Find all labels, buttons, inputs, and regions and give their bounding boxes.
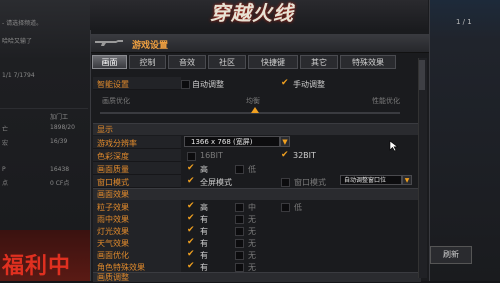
quality-preset-label: 智能设置 [97, 80, 129, 89]
section-title-adjust: 画质调整 [97, 273, 129, 282]
quality-slider-left-label: 画质优化 [102, 97, 130, 105]
quality-slider-mid-label: 均衡 [246, 97, 260, 105]
resolution-label: 游戏分辨率 [97, 139, 137, 148]
quality-slider-thumb[interactable] [251, 107, 259, 113]
section-title-display: 显示 [97, 125, 113, 134]
32bit-check-icon[interactable]: ✔ [281, 151, 290, 160]
optimize-on-label: 有 [200, 251, 208, 260]
bg-stat: 1/1 7/1794 [2, 72, 35, 79]
tab-graphics[interactable]: 画面 [92, 55, 127, 69]
bg-stat: P [2, 166, 6, 173]
window-mode-label: 窗口模式 [97, 178, 129, 187]
rain-on-label: 有 [200, 215, 208, 224]
optimize-off-checkbox[interactable] [235, 251, 244, 260]
color-depth-label: 色彩深度 [97, 152, 129, 161]
window-position-select[interactable]: 自动调整窗口位 [340, 175, 402, 185]
texture-low-label: 低 [248, 165, 256, 174]
32bit-label: 32BIT [293, 151, 316, 160]
light-on-label: 有 [200, 227, 208, 236]
windowed-checkbox[interactable] [281, 178, 290, 187]
auto-adjust-label: 自动调整 [192, 80, 224, 89]
page-counter: 1 / 1 [456, 18, 472, 26]
tab-hotkeys[interactable]: 快捷键 [248, 55, 298, 69]
rain-off-checkbox[interactable] [235, 215, 244, 224]
section-title-effects: 画面效果 [97, 190, 129, 199]
channel-hint: - 请选择频道。 [2, 20, 43, 27]
texture-low-checkbox[interactable] [235, 165, 244, 174]
texture-high-check-icon[interactable]: ✔ [187, 164, 196, 173]
section-header-display [93, 123, 421, 135]
quality-slider-track[interactable] [100, 112, 400, 114]
refresh-button[interactable]: 刷新 [430, 246, 472, 264]
character-on-check-icon[interactable]: ✔ [187, 262, 196, 271]
manual-adjust-label: 手动调整 [293, 80, 325, 89]
light-off-checkbox[interactable] [235, 227, 244, 236]
light-off-label: 无 [248, 227, 256, 236]
16bit-checkbox[interactable] [187, 152, 196, 161]
weather-off-label: 无 [248, 239, 256, 248]
bg-stat: 宏 [2, 140, 9, 147]
mouse-cursor-icon [389, 140, 399, 152]
fullscreen-label: 全屏模式 [200, 178, 232, 187]
texture-high-label: 高 [200, 165, 208, 174]
section-header-effects [93, 188, 421, 200]
rifle-icon [95, 40, 123, 46]
rain-off-label: 无 [248, 215, 256, 224]
rain-on-check-icon[interactable]: ✔ [187, 214, 196, 223]
tab-other[interactable]: 其它 [300, 55, 338, 69]
scrollbar-thumb[interactable] [419, 60, 425, 90]
bg-stat: 加门工 [50, 114, 69, 121]
particle-low-checkbox[interactable] [281, 203, 290, 212]
bg-row [0, 108, 88, 120]
bg-stat: 1898/20 [50, 124, 75, 131]
tab-sound[interactable]: 音效 [168, 55, 206, 69]
tab-special-effects[interactable]: 特殊效果 [340, 55, 396, 69]
quality-slider-right-label: 性能优化 [372, 97, 400, 105]
optimize-off-label: 无 [248, 251, 256, 260]
tab-controls[interactable]: 控制 [129, 55, 166, 69]
resolution-select[interactable]: 1366 x 768 (宽屏) [184, 136, 280, 147]
fullscreen-check-icon[interactable]: ✔ [187, 177, 196, 186]
bg-stat: 16/39 [50, 138, 68, 145]
bg-stat: 16438 [50, 166, 70, 173]
game-logo: 穿越火线 [210, 1, 294, 25]
promo-banner-text: 福利中 [2, 254, 72, 279]
particle-low-label: 低 [294, 203, 302, 212]
windowed-label: 窗口模式 [294, 178, 326, 187]
particle-high-check-icon[interactable]: ✔ [187, 202, 196, 211]
auto-adjust-checkbox[interactable] [181, 80, 190, 89]
bg-stat: 0 CF点 [50, 180, 70, 187]
settings-scrollbar[interactable] [418, 58, 427, 278]
background-right-panel [428, 0, 500, 281]
bg-stat: 点 [2, 180, 9, 187]
light-on-check-icon[interactable]: ✔ [187, 226, 196, 235]
particle-high-label: 高 [200, 203, 208, 212]
16bit-label: 16BIT [200, 151, 223, 160]
optimize-on-check-icon[interactable]: ✔ [187, 250, 196, 259]
bg-stat: 亡 [2, 126, 9, 133]
chevron-down-icon[interactable]: ▼ [280, 136, 290, 147]
chevron-down-icon[interactable]: ▼ [402, 175, 412, 185]
particle-mid-checkbox[interactable] [235, 203, 244, 212]
bg-label: 哈哈又输了 [2, 38, 33, 45]
tab-community[interactable]: 社区 [208, 55, 246, 69]
manual-adjust-check-icon[interactable]: ✔ [281, 79, 290, 88]
weather-off-checkbox[interactable] [235, 239, 244, 248]
texture-quality-label: 画面质量 [97, 165, 129, 174]
weather-on-check-icon[interactable]: ✔ [187, 238, 196, 247]
character-off-checkbox[interactable] [235, 263, 244, 272]
dialog-title: 游戏设置 [132, 41, 169, 51]
weather-on-label: 有 [200, 239, 208, 248]
particle-mid-label: 中 [248, 203, 256, 212]
